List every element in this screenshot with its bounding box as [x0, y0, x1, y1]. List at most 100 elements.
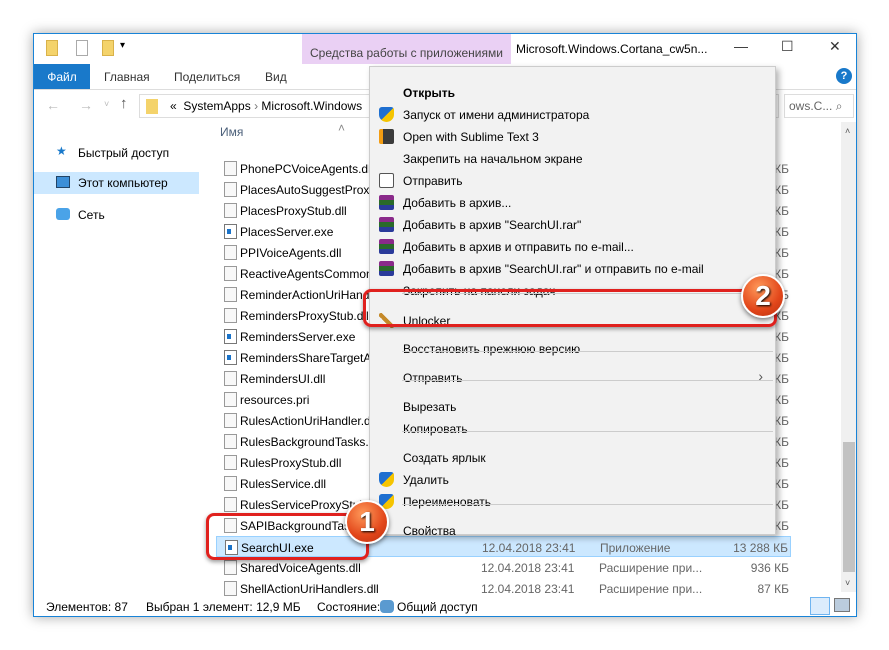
menu-separator	[402, 380, 773, 381]
dll-file-icon	[224, 476, 237, 491]
properties-icon[interactable]	[76, 40, 88, 56]
file-name: RulesProxyStub.dll	[240, 456, 342, 470]
search-icon: ⌕	[835, 99, 843, 113]
file-row[interactable]: SharedVoiceAgents.dll 12.04.2018 23:41 Рас…	[216, 557, 791, 578]
new-folder-icon[interactable]	[102, 40, 114, 56]
menu-item[interactable]: Отправить ›	[370, 366, 775, 388]
context-tab-app-tools[interactable]: Средства работы с приложениями	[302, 34, 511, 64]
search-text: ows.C...	[789, 99, 833, 113]
menu-item-label: Open with Sublime Text 3	[403, 130, 539, 144]
menu-item[interactable]: Удалить	[370, 468, 775, 490]
title-bar: ▾ Средства работы с приложениями Microso…	[34, 34, 856, 64]
dll-file-icon	[224, 161, 237, 176]
menu-item[interactable]: Переименовать	[370, 490, 775, 512]
tab-view[interactable]: Вид	[265, 64, 287, 89]
file-date: 12.04.2018 23:41	[481, 561, 575, 575]
menu-item-label: Запуск от имени администратора	[403, 108, 590, 122]
file-size: КБ	[774, 183, 789, 197]
back-icon[interactable]: ←	[46, 97, 60, 113]
file-size: КБ	[774, 204, 789, 218]
menu-item[interactable]: Добавить в архив...	[370, 191, 775, 213]
scroll-up-icon[interactable]: ˄	[845, 126, 850, 136]
vertical-scrollbar[interactable]: ˄ ˅	[841, 122, 856, 592]
menu-separator	[402, 431, 773, 432]
close-button[interactable]: ✕	[829, 38, 841, 55]
help-icon[interactable]: ?	[836, 68, 852, 84]
forward-icon[interactable]: →	[79, 97, 93, 113]
menu-item[interactable]: Копировать	[370, 417, 775, 439]
menu-item[interactable]: Свойства	[370, 519, 775, 541]
file-name: RemindersUI.dll	[240, 372, 326, 386]
menu-item-label: Копировать	[403, 422, 468, 436]
scroll-down-icon[interactable]: ˅	[845, 578, 850, 588]
menu-item-label: Свойства	[403, 524, 456, 538]
file-name: PlacesAutoSuggestProxy	[240, 183, 376, 197]
menu-separator	[402, 504, 773, 505]
file-size: КБ	[774, 351, 789, 365]
menu-item[interactable]: Запуск от имени администратора	[370, 103, 775, 125]
menu-item-label: Вырезать	[403, 400, 457, 414]
menu-item-label: Создать ярлык	[403, 451, 486, 465]
menu-item[interactable]: Закрепить на начальном экране	[370, 147, 775, 169]
dll-file-icon	[224, 413, 237, 428]
dll-file-icon	[224, 203, 237, 218]
search-input[interactable]: ows.C... ⌕	[784, 94, 854, 118]
menu-item-label: Переименовать	[403, 495, 491, 509]
menu-item[interactable]: Создать ярлык	[370, 446, 775, 468]
dll-file-icon	[224, 497, 237, 512]
tab-home[interactable]: Главная	[104, 64, 150, 89]
crumb-cortana[interactable]: Microsoft.Windows	[261, 99, 362, 113]
menu-item-label: Добавить в архив и отправить по e-mail..…	[403, 240, 634, 254]
nav-label: Этот компьютер	[78, 176, 168, 190]
customize-dropdown-icon[interactable]: ▾	[120, 40, 125, 51]
menu-separator	[402, 351, 773, 352]
navigation-pane: ★ Быстрый доступ Этот компьютер Сеть	[34, 122, 199, 592]
menu-item-label: Добавить в архив "SearchUI.rar" и отправ…	[403, 262, 704, 276]
menu-item[interactable]: Добавить в архив "SearchUI.rar" и отправ…	[370, 257, 775, 279]
dll-file-icon	[224, 182, 237, 197]
crumb-systemapps[interactable]: SystemApps	[183, 99, 250, 113]
folder-icon[interactable]	[46, 40, 58, 56]
tab-file[interactable]: Файл	[34, 64, 90, 89]
folder-icon	[146, 99, 158, 114]
winrar-icon	[379, 239, 394, 254]
scroll-thumb[interactable]	[843, 442, 855, 572]
minimize-button[interactable]: —	[734, 38, 748, 54]
file-name: PhonePCVoiceAgents.dll	[240, 162, 374, 176]
exe-file-icon	[224, 350, 237, 365]
winrar-icon	[379, 261, 394, 276]
window-title: Microsoft.Windows.Cortana_cw5n...	[516, 42, 708, 56]
overflow-crumb[interactable]: «	[170, 99, 177, 113]
maximize-button[interactable]: ☐	[781, 38, 794, 55]
recent-dropdown-icon[interactable]: ˅	[104, 99, 109, 109]
dll-file-icon	[224, 455, 237, 470]
file-size: КБ	[774, 414, 789, 428]
file-name: PlacesServer.exe	[240, 225, 334, 239]
nav-network[interactable]: Сеть	[56, 204, 105, 226]
winrar-icon	[379, 195, 394, 210]
menu-item[interactable]: Открыть	[370, 81, 775, 103]
menu-item[interactable]: Восстановить прежнюю версию	[370, 337, 775, 359]
menu-item[interactable]: Отправить	[370, 169, 775, 191]
menu-item[interactable]: Open with Sublime Text 3	[370, 125, 775, 147]
details-view-button[interactable]	[810, 597, 830, 615]
menu-item[interactable]: Вырезать	[370, 395, 775, 417]
menu-item[interactable]: Добавить в архив "SearchUI.rar"	[370, 213, 775, 235]
shared-users-icon	[380, 600, 394, 613]
menu-item-label: Восстановить прежнюю версию	[403, 342, 581, 356]
file-size: КБ	[774, 498, 789, 512]
nav-this-pc[interactable]: Этот компьютер	[34, 172, 199, 194]
file-size: КБ	[774, 225, 789, 239]
nav-quick-access[interactable]: ★ Быстрый доступ	[56, 142, 169, 164]
status-bar: Элементов: 87 Выбран 1 элемент: 12,9 МБ …	[34, 594, 856, 616]
up-icon[interactable]: ↑	[120, 95, 128, 112]
file-name: SharedVoiceAgents.dll	[240, 561, 361, 575]
large-icons-view-button[interactable]	[834, 598, 850, 612]
file-type: Расширение при...	[599, 561, 703, 575]
menu-item-label: Закрепить на начальном экране	[403, 152, 583, 166]
menu-item-label: Отправить	[403, 174, 463, 188]
tab-share[interactable]: Поделиться	[174, 64, 240, 89]
dll-file-icon	[224, 371, 237, 386]
file-name: RemindersProxyStub.dll	[240, 309, 369, 323]
menu-item[interactable]: Добавить в архив и отправить по e-mail..…	[370, 235, 775, 257]
